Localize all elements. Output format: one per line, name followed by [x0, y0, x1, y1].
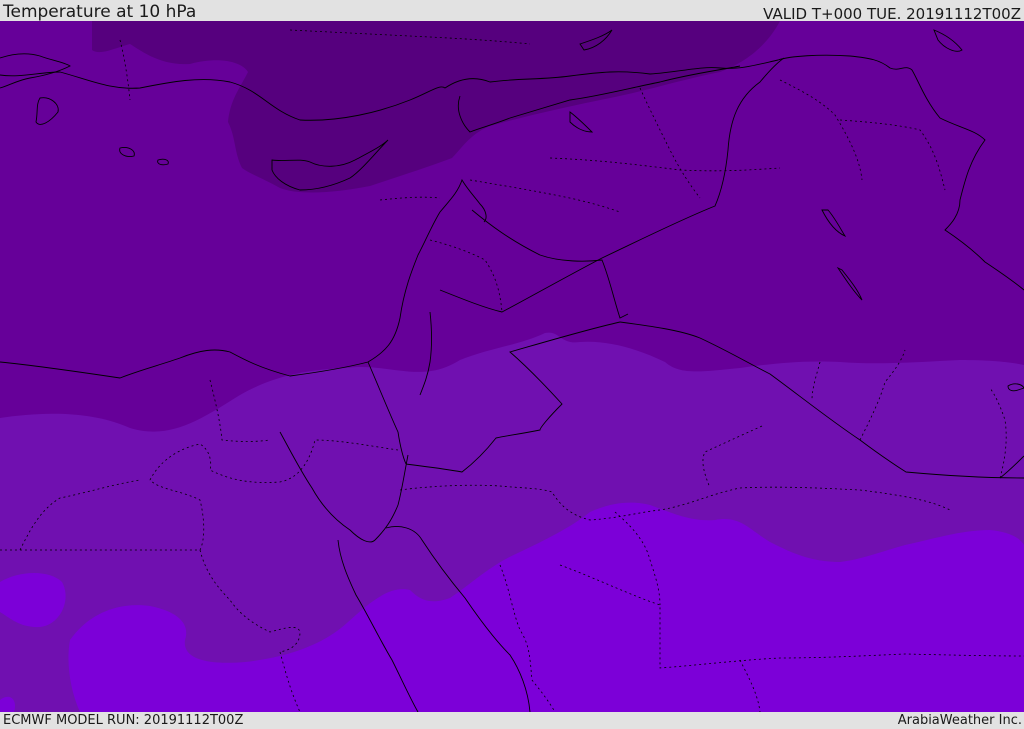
credit-label: ArabiaWeather Inc. [897, 713, 1022, 728]
map-title: Temperature at 10 hPa [3, 2, 197, 22]
footer-bar: ECMWF MODEL RUN: 20191112T00Z ArabiaWeat… [0, 712, 1024, 729]
header-bar: Temperature at 10 hPa VALID T+000 TUE. 2… [0, 0, 1024, 23]
temperature-map[interactable] [0, 21, 1024, 712]
model-run-label: ECMWF MODEL RUN: 20191112T00Z [3, 713, 244, 728]
